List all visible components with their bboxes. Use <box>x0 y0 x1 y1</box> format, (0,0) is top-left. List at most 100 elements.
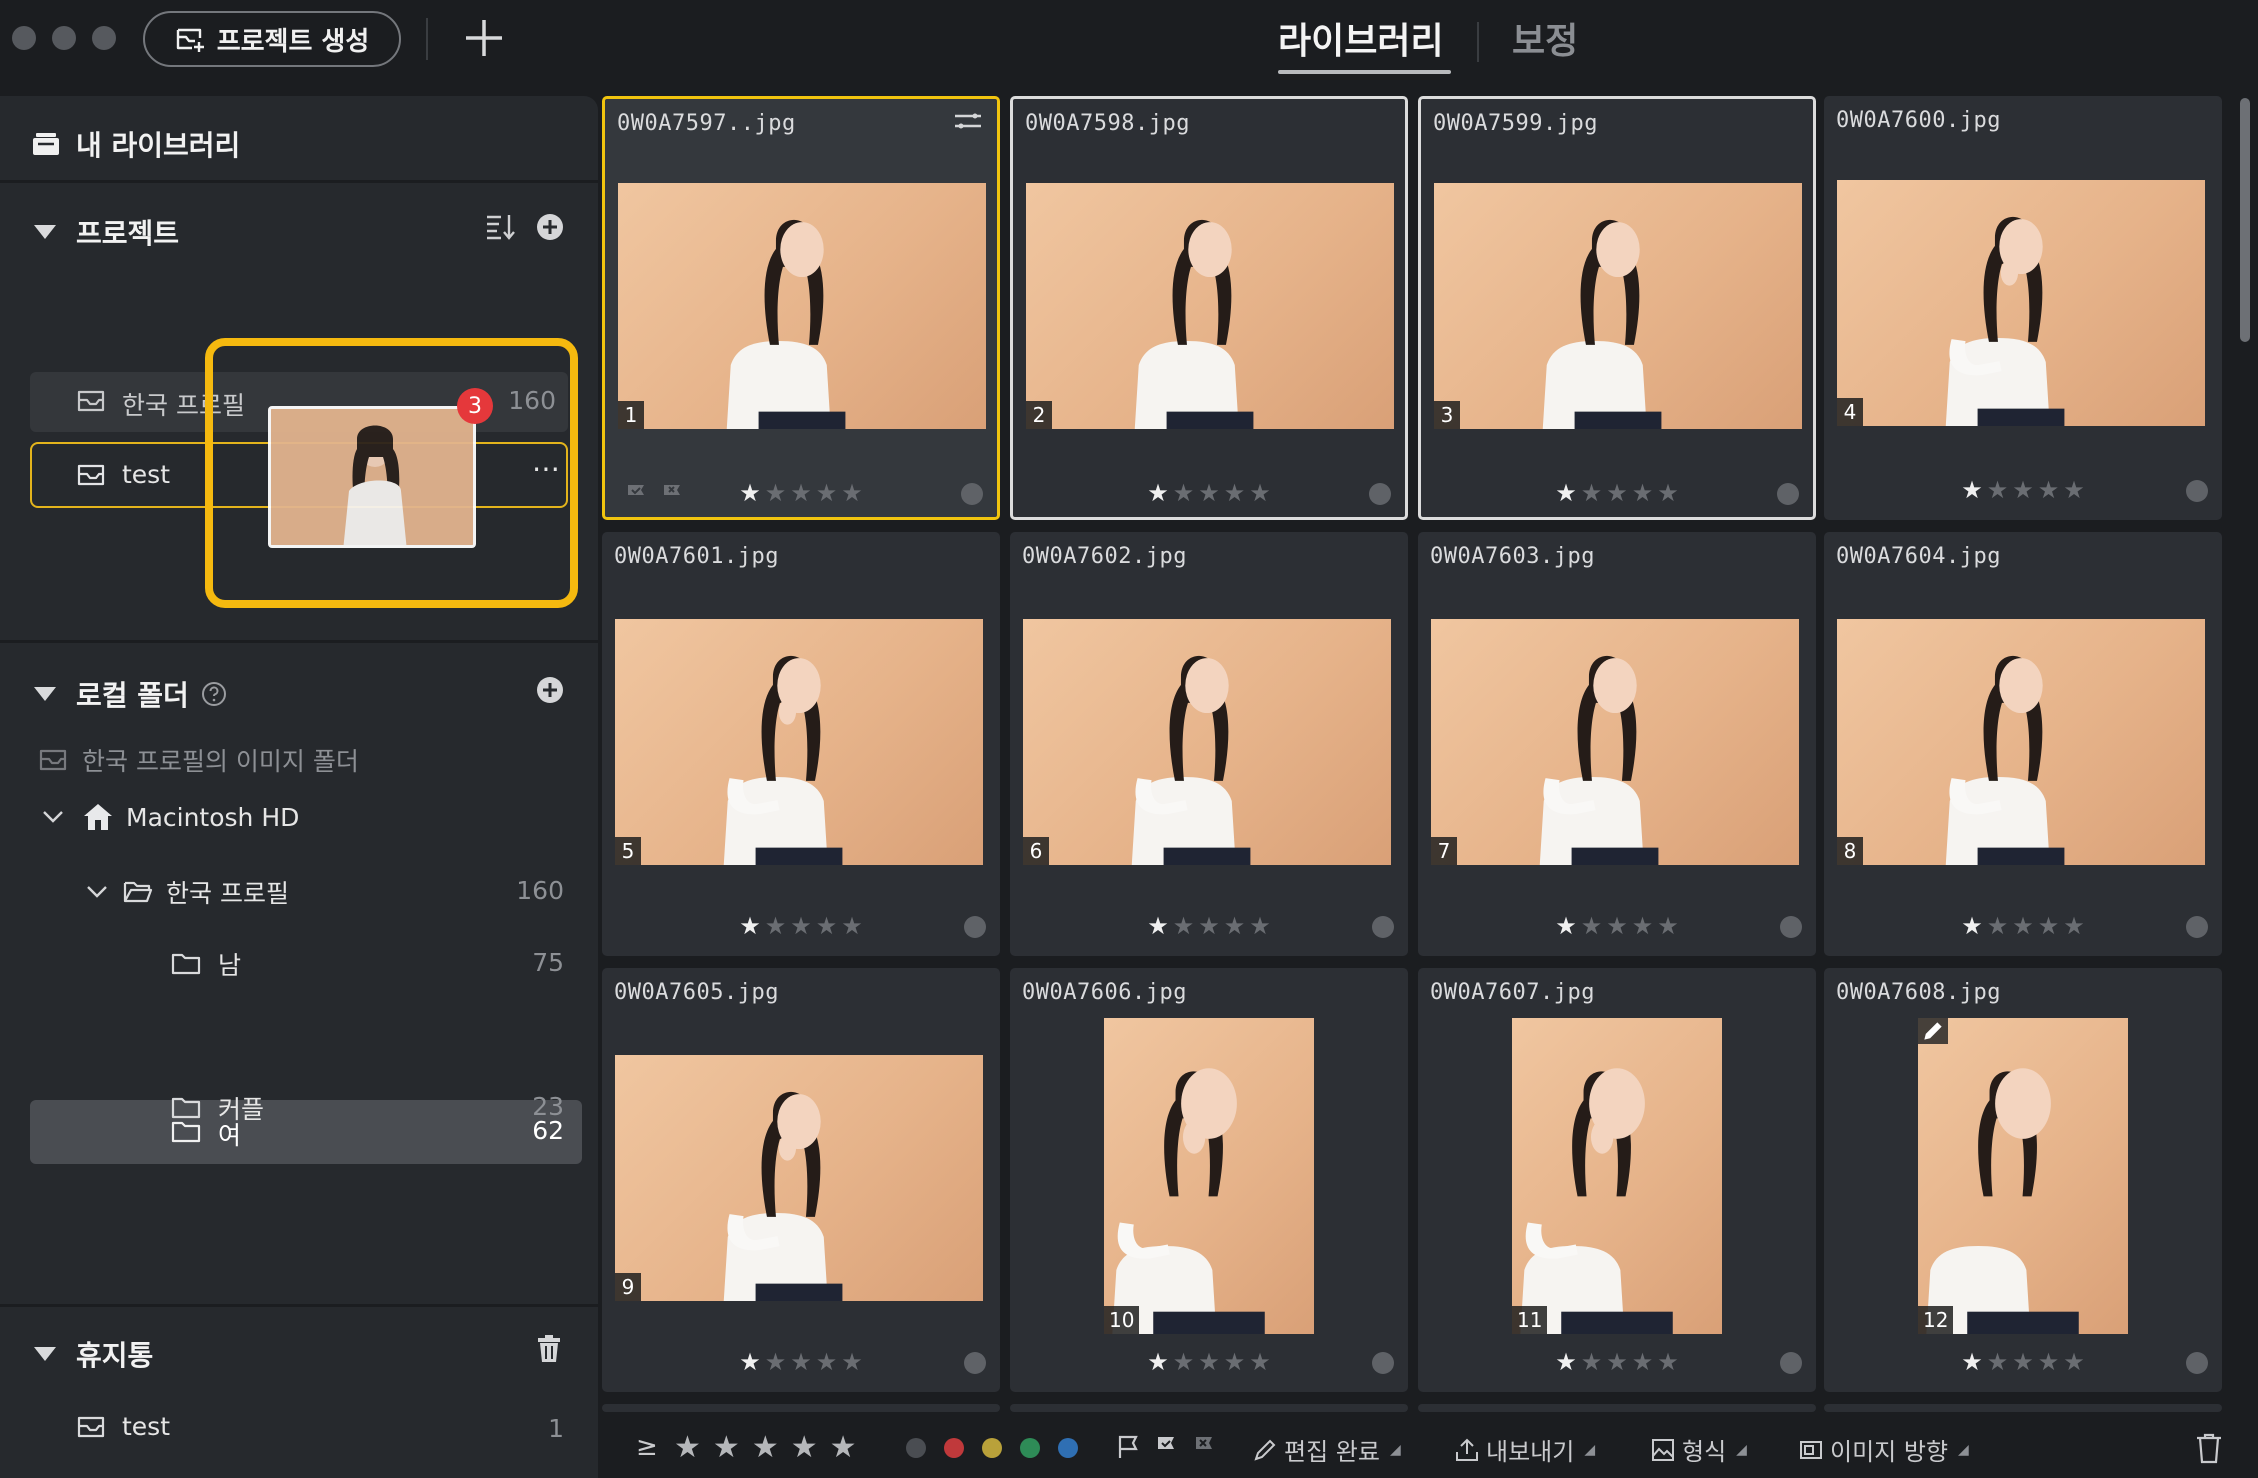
star-icon[interactable]: ★ <box>1147 1350 1169 1374</box>
color-label-dot[interactable] <box>1777 483 1799 505</box>
star-icon[interactable]: ★ <box>1987 478 2009 502</box>
export-filter[interactable]: 내보내기 ◢ <box>1454 1432 1595 1467</box>
trash-icon[interactable] <box>536 1334 562 1364</box>
color-label-dot[interactable] <box>2186 480 2208 502</box>
photo-thumbnail[interactable]: 3 <box>1434 183 1802 429</box>
color-label-dot[interactable] <box>961 483 983 505</box>
photo-thumbnail[interactable]: 2 <box>1026 183 1394 429</box>
color-filter-dot[interactable] <box>1058 1438 1078 1458</box>
adjustments-icon[interactable] <box>953 111 983 133</box>
color-label-dot[interactable] <box>1372 916 1394 938</box>
star-icon[interactable]: ★ <box>1581 481 1603 505</box>
star-icon[interactable]: ★ <box>1606 1350 1628 1374</box>
photo-card[interactable] <box>1010 1404 1408 1412</box>
star-icon[interactable]: ★ <box>790 1350 812 1374</box>
star-icon[interactable]: ★ <box>1961 1350 1983 1374</box>
photo-card[interactable]: 0W0A7607.jpg 11 ★ ★ ★ ★ ★ <box>1418 968 1816 1392</box>
star-icon[interactable]: ★ <box>2038 1350 2060 1374</box>
tab-library[interactable]: 라이브러리 <box>1278 12 1444 64</box>
window-close-button[interactable] <box>12 26 36 50</box>
star-icon[interactable]: ★ <box>752 1430 779 1465</box>
star-icon[interactable]: ★ <box>1632 914 1654 938</box>
star-icon[interactable]: ★ <box>1198 914 1220 938</box>
star-icon[interactable]: ★ <box>816 481 838 505</box>
plus-icon[interactable] <box>460 14 508 62</box>
flag-outline-icon[interactable] <box>1116 1434 1140 1460</box>
photo-card[interactable]: 0W0A7606.jpg 10 ★ ★ ★ ★ ★ <box>1010 968 1408 1392</box>
add-project-icon[interactable] <box>536 213 564 241</box>
rating-operator-button[interactable]: ≥ <box>636 1432 658 1462</box>
star-icon[interactable]: ★ <box>1555 481 1577 505</box>
color-label-dot[interactable] <box>2186 1352 2208 1374</box>
photo-card[interactable]: 0W0A7604.jpg 8 ★ ★ ★ ★ ★ <box>1824 532 2222 956</box>
star-icon[interactable]: ★ <box>790 481 812 505</box>
star-icon[interactable]: ★ <box>765 914 787 938</box>
trash-section-header[interactable]: 휴지통 <box>34 1334 153 1374</box>
star-icon[interactable]: ★ <box>2012 478 2034 502</box>
star-icon[interactable]: ★ <box>816 914 838 938</box>
sort-icon[interactable] <box>484 212 516 242</box>
star-icon[interactable]: ★ <box>739 1350 761 1374</box>
flag-rejected-icon[interactable] <box>1192 1434 1216 1460</box>
star-icon[interactable]: ★ <box>1249 914 1271 938</box>
star-icon[interactable]: ★ <box>1961 914 1983 938</box>
orientation-filter[interactable]: 이미지 방향 ◢ <box>1798 1432 1969 1467</box>
photo-card[interactable]: 0W0A7601.jpg 5 ★ ★ ★ ★ ★ <box>602 532 1000 956</box>
star-icon[interactable]: ★ <box>1657 914 1679 938</box>
help-icon[interactable] <box>201 681 227 707</box>
photo-thumbnail[interactable]: 11 <box>1512 1018 1722 1334</box>
format-filter[interactable]: 형식 ◢ <box>1650 1432 1747 1467</box>
color-filter-dot[interactable] <box>906 1438 926 1458</box>
star-icon[interactable]: ★ <box>1198 481 1220 505</box>
star-icon[interactable]: ★ <box>2038 478 2060 502</box>
photo-card[interactable]: 0W0A7600.jpg 4 ★ ★ ★ ★ ★ <box>1824 96 2222 520</box>
volume-macintosh-hd[interactable]: Macintosh HD <box>42 802 299 832</box>
color-label-dot[interactable] <box>964 916 986 938</box>
photo-card[interactable] <box>602 1404 1000 1412</box>
star-icon[interactable]: ★ <box>1147 481 1169 505</box>
star-icon[interactable]: ★ <box>1581 914 1603 938</box>
star-icon[interactable]: ★ <box>1224 1350 1246 1374</box>
star-icon[interactable]: ★ <box>2063 1350 2085 1374</box>
folder-item-hanguk[interactable]: 한국 프로필 <box>86 874 289 910</box>
star-icon[interactable]: ★ <box>1249 1350 1271 1374</box>
color-label-dot[interactable] <box>1372 1352 1394 1374</box>
photo-card[interactable]: 0W0A7599.jpg 3 ★ ★ ★ ★ ★ <box>1418 96 1816 520</box>
star-icon[interactable]: ★ <box>1249 481 1271 505</box>
star-icon[interactable]: ★ <box>841 914 863 938</box>
star-icon[interactable]: ★ <box>841 1350 863 1374</box>
color-label-dot[interactable] <box>964 1352 986 1374</box>
star-icon[interactable]: ★ <box>790 914 812 938</box>
star-icon[interactable]: ★ <box>1555 914 1577 938</box>
photo-thumbnail[interactable]: 4 <box>1837 180 2205 426</box>
star-icon[interactable]: ★ <box>2012 914 2034 938</box>
star-icon[interactable]: ★ <box>1224 914 1246 938</box>
star-icon[interactable]: ★ <box>1173 1350 1195 1374</box>
star-icon[interactable]: ★ <box>1224 481 1246 505</box>
photo-card[interactable] <box>1418 1404 1816 1412</box>
photo-card[interactable]: 0W0A7603.jpg 7 ★ ★ ★ ★ ★ <box>1418 532 1816 956</box>
star-icon[interactable]: ★ <box>1987 914 2009 938</box>
star-icon[interactable]: ★ <box>1581 1350 1603 1374</box>
photo-card[interactable]: 0W0A7608.jpg 12 ★ ★ ★ ★ ★ <box>1824 968 2222 1392</box>
star-icon[interactable]: ★ <box>1173 481 1195 505</box>
star-icon[interactable]: ★ <box>791 1430 818 1465</box>
color-filter-dot[interactable] <box>982 1438 1002 1458</box>
star-icon[interactable]: ★ <box>1555 1350 1577 1374</box>
photo-thumbnail[interactable]: 1 <box>618 183 986 429</box>
star-icon[interactable]: ★ <box>2012 1350 2034 1374</box>
star-icon[interactable]: ★ <box>1606 481 1628 505</box>
folder-item-couple[interactable]: 커플 <box>170 1090 264 1126</box>
photo-thumbnail[interactable]: 10 <box>1104 1018 1314 1334</box>
flag-picked-icon[interactable] <box>1154 1434 1178 1460</box>
grid-scrollbar[interactable] <box>2240 98 2250 342</box>
add-folder-icon[interactable] <box>536 676 564 704</box>
tab-edit[interactable]: 보정 <box>1512 12 1578 64</box>
photo-card[interactable] <box>1824 1404 2222 1412</box>
star-icon[interactable]: ★ <box>2038 914 2060 938</box>
color-filter-dot[interactable] <box>1020 1438 1040 1458</box>
star-icon[interactable]: ★ <box>739 481 761 505</box>
star-icon[interactable]: ★ <box>841 481 863 505</box>
color-label-dot[interactable] <box>2186 916 2208 938</box>
color-label-dot[interactable] <box>1780 1352 1802 1374</box>
